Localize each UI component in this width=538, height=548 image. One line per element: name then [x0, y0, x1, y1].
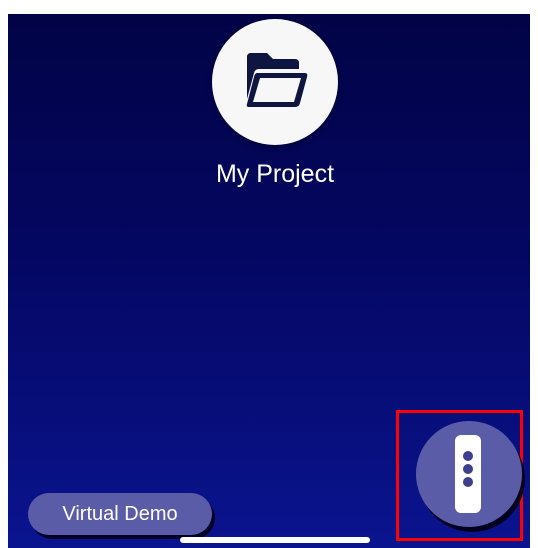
folder-icon: [246, 53, 308, 107]
app-screen: My Project Virtual Demo: [8, 14, 530, 548]
virtual-demo-button[interactable]: Virtual Demo: [28, 493, 212, 535]
project-tile[interactable]: My Project: [208, 19, 342, 191]
remote-dot-bottom: [463, 477, 473, 487]
remote-control-icon: [455, 435, 481, 513]
remote-dot-middle: [463, 464, 473, 474]
home-indicator[interactable]: [180, 537, 370, 543]
project-folder-button[interactable]: [212, 19, 338, 145]
remote-dot-top: [463, 451, 473, 461]
remote-control-button[interactable]: [416, 421, 522, 527]
project-name[interactable]: My Project: [178, 159, 372, 189]
